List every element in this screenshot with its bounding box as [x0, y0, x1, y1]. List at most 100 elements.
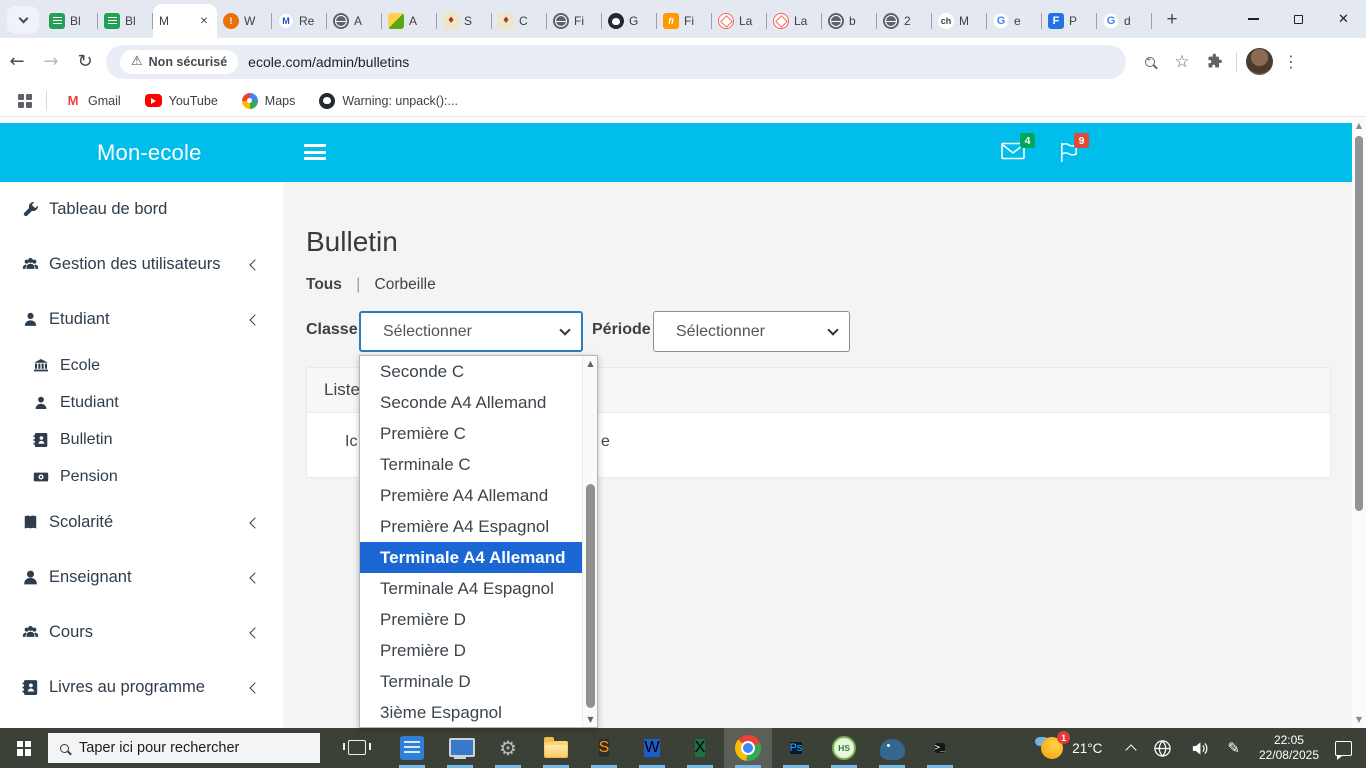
- extensions-icon[interactable]: [1198, 46, 1230, 78]
- address-bar[interactable]: ⚠ Non sécurisé ecole.com/admin/bulletins: [106, 44, 1126, 79]
- browser-tab[interactable]: e: [987, 4, 1042, 38]
- browser-tab[interactable]: d: [1097, 4, 1152, 38]
- sidebar-item[interactable]: Pension: [0, 458, 283, 495]
- sidebar-item[interactable]: Bulletin: [0, 421, 283, 458]
- close-button[interactable]: ✕: [1321, 0, 1366, 38]
- scroll-up-icon[interactable]: ▲: [583, 359, 598, 368]
- pen-icon[interactable]: ✎: [1227, 739, 1240, 757]
- browser-tab[interactable]: Bl: [98, 4, 153, 38]
- network-globe-icon[interactable]: [1153, 739, 1172, 758]
- scroll-down-icon[interactable]: ▼: [583, 715, 598, 724]
- sidebar-item[interactable]: Etudiant: [0, 292, 283, 347]
- dropdown-option[interactable]: Première D: [360, 604, 582, 635]
- dropdown-option[interactable]: Terminale A4 Espagnol: [360, 573, 582, 604]
- taskbar-app-button[interactable]: W: [628, 728, 676, 768]
- taskbar-app-button[interactable]: [436, 728, 484, 768]
- browser-menu-icon[interactable]: ⋮: [1275, 46, 1307, 78]
- bookmark-item[interactable]: Maps: [241, 92, 295, 109]
- taskbar-app-button[interactable]: >_: [916, 728, 964, 768]
- browser-tab[interactable]: P: [1042, 4, 1097, 38]
- tray-expand-button[interactable]: [1125, 742, 1138, 756]
- page-scroll-thumb[interactable]: [1355, 136, 1363, 511]
- profile-avatar[interactable]: [1243, 46, 1275, 78]
- weather-icon[interactable]: 1: [1035, 731, 1071, 760]
- taskbar-app-button[interactable]: Ps: [772, 728, 820, 768]
- browser-tab[interactable]: M: [932, 4, 987, 38]
- classe-select[interactable]: Sélectionner: [359, 311, 583, 352]
- action-center-icon[interactable]: [1335, 740, 1352, 760]
- notifications-button[interactable]: 9: [1058, 133, 1089, 168]
- browser-tab[interactable]: C: [492, 4, 547, 38]
- browser-tab[interactable]: 2: [877, 4, 932, 38]
- minimize-button[interactable]: [1231, 0, 1276, 38]
- dropdown-option[interactable]: Terminale D: [360, 666, 582, 697]
- sidebar-item[interactable]: Tableau de bord: [0, 182, 283, 237]
- taskbar-app-button[interactable]: X: [676, 728, 724, 768]
- security-chip[interactable]: ⚠ Non sécurisé: [120, 49, 239, 74]
- forward-button[interactable]: →: [34, 45, 68, 79]
- sidebar-item[interactable]: Gestion des utilisateurs: [0, 237, 283, 292]
- sidebar-item[interactable]: Livres au programme: [0, 660, 283, 715]
- dropdown-scroll-thumb[interactable]: [586, 484, 595, 708]
- maximize-button[interactable]: [1276, 0, 1321, 38]
- sidebar-item[interactable]: Etudiant: [0, 384, 283, 421]
- filter-all-link[interactable]: Tous: [306, 276, 342, 293]
- clock[interactable]: 22:05 22/08/2025: [1259, 733, 1319, 763]
- browser-tab[interactable]: La: [767, 4, 822, 38]
- zoom-indicator-icon[interactable]: [1134, 46, 1166, 78]
- new-tab-button[interactable]: +: [1158, 6, 1186, 34]
- start-button[interactable]: [0, 728, 48, 768]
- browser-tab[interactable]: b: [822, 4, 877, 38]
- scroll-down-icon[interactable]: ▼: [1352, 715, 1366, 724]
- temperature-label[interactable]: 21°C: [1072, 741, 1102, 756]
- browser-tab[interactable]: W: [217, 4, 272, 38]
- taskbar-app-button[interactable]: [724, 728, 772, 768]
- browser-tab[interactable]: A: [327, 4, 382, 38]
- dropdown-option[interactable]: Première C: [360, 418, 582, 449]
- browser-tab[interactable]: M: [153, 4, 217, 38]
- sidebar-item[interactable]: Cours: [0, 605, 283, 660]
- messages-button[interactable]: 4: [1001, 133, 1035, 165]
- bookmark-item[interactable]: YouTube: [144, 94, 218, 108]
- reload-button[interactable]: ↻: [68, 45, 102, 79]
- apps-grid-icon[interactable]: [18, 93, 32, 108]
- tab-close-icon[interactable]: [197, 14, 211, 28]
- bookmark-star-icon[interactable]: ☆: [1166, 46, 1198, 78]
- dropdown-scrollbar[interactable]: ▲ ▼: [582, 356, 597, 727]
- bookmark-item[interactable]: Warning: unpack():...: [319, 92, 458, 109]
- browser-tab[interactable]: G: [602, 4, 657, 38]
- taskbar-search-box[interactable]: Taper ici pour rechercher: [48, 733, 320, 763]
- dropdown-option[interactable]: Terminale A4 Allemand: [360, 542, 582, 573]
- browser-tab[interactable]: Fi: [657, 4, 712, 38]
- periode-select[interactable]: Sélectionner: [653, 311, 850, 352]
- dropdown-option[interactable]: Première A4 Allemand: [360, 480, 582, 511]
- browser-tab[interactable]: Fi: [547, 4, 602, 38]
- taskbar-app-button[interactable]: [388, 728, 436, 768]
- filter-trash-link[interactable]: Corbeille: [375, 276, 436, 293]
- task-view-button[interactable]: [343, 740, 371, 755]
- dropdown-option[interactable]: Terminale C: [360, 449, 582, 480]
- sidebar-item[interactable]: Enseignant: [0, 550, 283, 605]
- scroll-up-icon[interactable]: ▲: [1352, 121, 1366, 130]
- back-button[interactable]: ←: [0, 45, 34, 79]
- dropdown-option[interactable]: Première A4 Espagnol: [360, 511, 582, 542]
- bookmark-item[interactable]: Gmail: [65, 93, 121, 109]
- browser-tab[interactable]: Re: [272, 4, 327, 38]
- sidebar-item[interactable]: Scolarité: [0, 495, 283, 550]
- dropdown-option[interactable]: Première D: [360, 635, 582, 666]
- page-scrollbar[interactable]: ▲ ▼: [1352, 117, 1366, 728]
- app-brand[interactable]: Mon-ecole: [97, 140, 202, 166]
- dropdown-option[interactable]: Seconde A4 Allemand: [360, 387, 582, 418]
- taskbar-app-button[interactable]: ⚙: [484, 728, 532, 768]
- sidebar-item[interactable]: Ecole: [0, 347, 283, 384]
- dropdown-option[interactable]: 3ième Espagnol: [360, 697, 582, 728]
- dropdown-option[interactable]: Seconde C: [360, 356, 582, 387]
- taskbar-app-button[interactable]: [868, 728, 916, 768]
- taskbar-app-button[interactable]: S: [580, 728, 628, 768]
- browser-tab[interactable]: Bl: [43, 4, 98, 38]
- volume-icon[interactable]: [1190, 739, 1209, 758]
- tab-search-button[interactable]: [7, 6, 39, 34]
- hamburger-menu-icon[interactable]: [304, 144, 326, 164]
- browser-tab[interactable]: S: [437, 4, 492, 38]
- browser-tab[interactable]: A: [382, 4, 437, 38]
